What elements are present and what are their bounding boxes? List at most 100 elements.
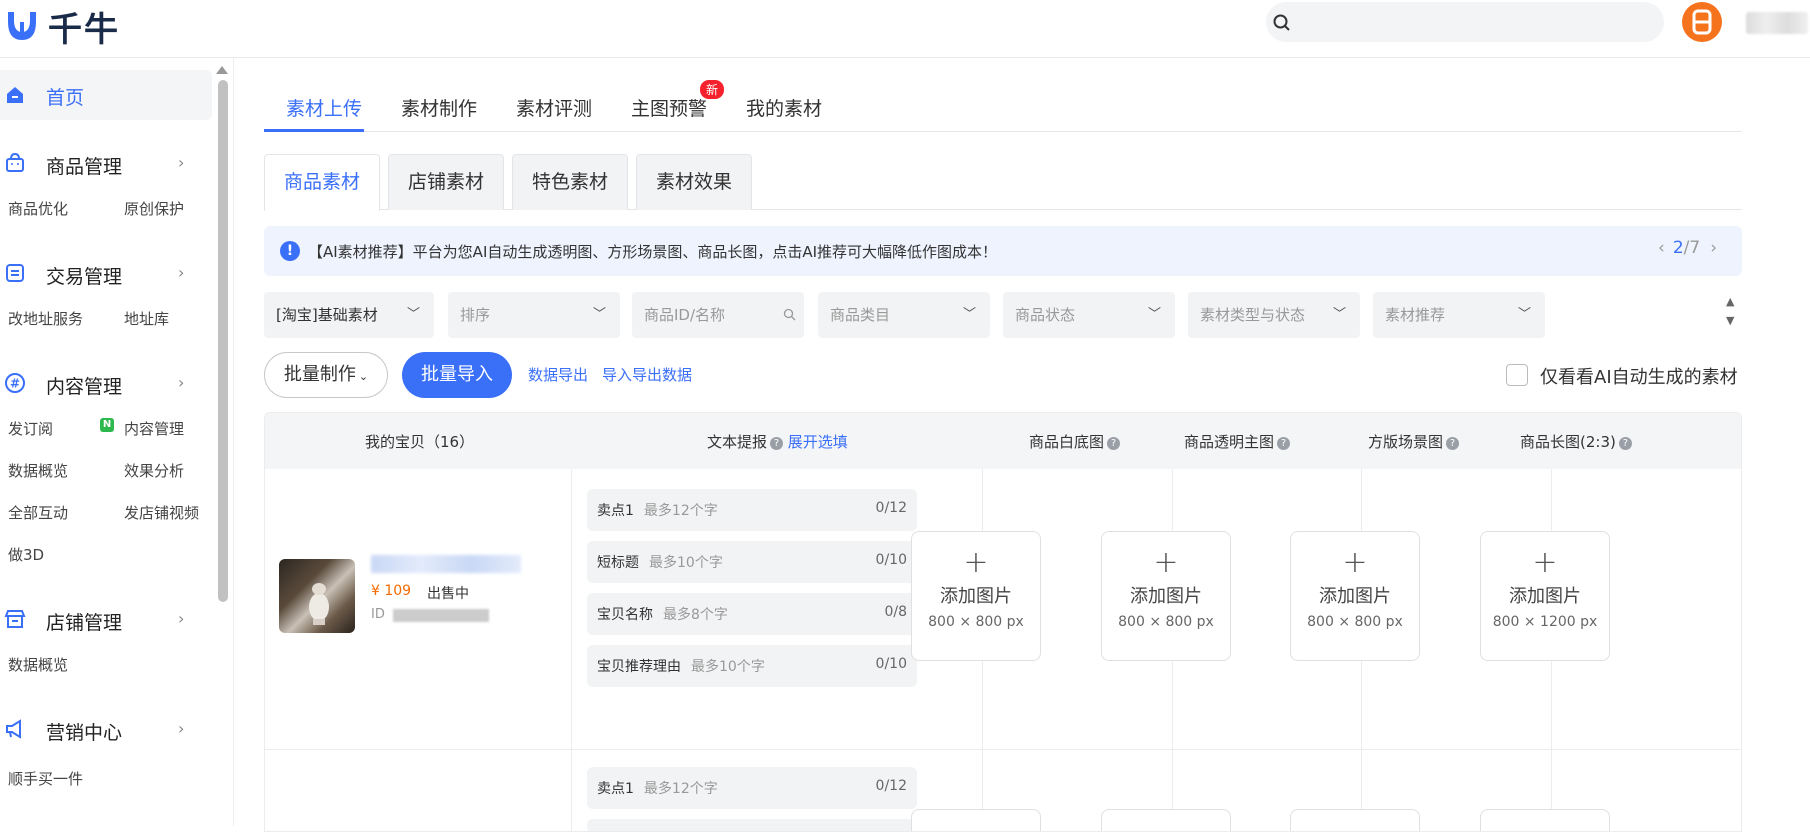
chevron-right-icon[interactable]: ›: [178, 719, 184, 738]
sidebar-group-trade[interactable]: 交易管理: [46, 262, 122, 289]
sidebar-scrollbar[interactable]: [218, 80, 228, 602]
subtab-shop-material[interactable]: 店铺素材: [388, 154, 504, 210]
only-ai-label[interactable]: 仅看看AI自动生成的素材: [1540, 363, 1738, 389]
product-name-blurred[interactable]: [371, 555, 521, 573]
upload-square-scene-button[interactable]: [1290, 809, 1420, 831]
sidebar-group-content[interactable]: 内容管理: [46, 372, 122, 399]
notice-text[interactable]: 【AI素材推荐】平台为您AI自动生成透明图、方形场景图、商品长图，点击AI推荐可…: [308, 241, 997, 262]
sidebar-item-subscribe[interactable]: 发订阅: [8, 418, 53, 439]
upload-long-img-button[interactable]: + 添加图片 800 × 1200 px: [1480, 531, 1610, 661]
subtab-special-material[interactable]: 特色素材: [512, 154, 628, 210]
tab-material-evaluate[interactable]: 素材评测: [516, 94, 592, 121]
expand-options-link[interactable]: 展开选填: [788, 433, 848, 451]
chevron-right-icon[interactable]: ›: [178, 373, 184, 392]
tab-main-image-warning[interactable]: 主图预警: [631, 94, 707, 121]
th-transparent-label: 商品透明主图: [1184, 433, 1275, 451]
recommend-reason-input[interactable]: 宝贝推荐理由 最多10个字 0/10: [587, 645, 917, 687]
upload-label: 添加图片: [1130, 586, 1202, 607]
avatar[interactable]: [1682, 2, 1722, 42]
th-white-bg: 商品白底图?: [1029, 431, 1121, 452]
material-type-select[interactable]: [淘宝]基础素材 ﹀: [264, 292, 434, 338]
sidebar-item-all-interaction[interactable]: 全部互动: [8, 502, 68, 523]
sidebar-item-shop-data[interactable]: 数据概览: [8, 654, 68, 675]
tab-material-make[interactable]: 素材制作: [401, 94, 477, 121]
home-icon: [7, 87, 23, 103]
sort-select[interactable]: 排序 ﹀: [448, 292, 620, 338]
qianniu-logo-icon: [8, 11, 36, 40]
sidebar-item-buy-one[interactable]: 顺手买一件: [8, 768, 83, 789]
upload-long-img-button[interactable]: [1480, 809, 1610, 831]
upload-size: 800 × 1200 px: [1492, 614, 1598, 630]
batch-import-button[interactable]: 批量导入: [402, 352, 512, 398]
help-icon[interactable]: ?: [1107, 437, 1121, 450]
chevron-right-icon[interactable]: ›: [1710, 238, 1717, 258]
help-icon[interactable]: ?: [770, 437, 784, 450]
sidebar-item-shop-video[interactable]: 发店铺视频: [124, 502, 199, 523]
sidebar-home-label: 首页: [46, 87, 85, 109]
chevron-right-icon[interactable]: ›: [178, 609, 184, 628]
product-id-blurred: [393, 609, 489, 622]
short-title-input[interactable]: 短标题 最多10个字 0/10: [587, 541, 917, 583]
product-thumbnail[interactable]: [279, 559, 355, 633]
sidebar-item-effect-analysis[interactable]: 效果分析: [124, 460, 184, 481]
material-recommend-select[interactable]: 素材推荐 ﹀: [1373, 292, 1545, 338]
upload-white-bg-button[interactable]: [911, 809, 1041, 831]
user-name-blurred[interactable]: [1746, 12, 1808, 34]
help-icon[interactable]: ?: [1277, 437, 1291, 450]
material-state-select[interactable]: 素材类型与状态 ﹀: [1188, 292, 1360, 338]
table-header: 我的宝贝（16） 文本提报? 展开选填 商品白底图? 商品透明主图? 方版场景图…: [265, 413, 1741, 469]
sidebar-item-content-manage[interactable]: 内容管理: [124, 418, 184, 439]
new-badge: N: [100, 418, 114, 432]
plus-icon: +: [1153, 545, 1179, 580]
sidebar-item-3d[interactable]: 做3D: [8, 544, 44, 565]
bag-icon: [6, 152, 24, 172]
sidebar-group-goods[interactable]: 商品管理: [46, 152, 122, 179]
chevron-down-icon: ﹀: [592, 307, 606, 322]
chevron-down-icon: ﹀: [1147, 307, 1161, 322]
pager-current: 2: [1672, 238, 1684, 258]
sidebar-item-original-protect[interactable]: 原创保护: [124, 198, 184, 219]
category-select[interactable]: 商品类目 ﹀: [818, 292, 990, 338]
goods-id-name-input[interactable]: 商品ID/名称: [632, 292, 804, 338]
only-ai-checkbox[interactable]: [1506, 364, 1528, 386]
logo[interactable]: 千牛: [4, 2, 120, 51]
selling-point-input[interactable]: 卖点1 最多12个字 0/12: [587, 489, 917, 531]
batch-make-button[interactable]: 批量制作 ⌄: [264, 352, 388, 398]
help-icon[interactable]: ?: [1446, 437, 1460, 450]
chevron-left-icon[interactable]: ‹: [1658, 238, 1665, 258]
search-input[interactable]: [1266, 2, 1664, 42]
sidebar-item-change-address[interactable]: 改地址服务: [8, 308, 83, 329]
upload-label: 添加图片: [1509, 586, 1581, 607]
subtab-material-effect[interactable]: 素材效果: [636, 154, 752, 210]
user-avatar-icon: [1692, 9, 1712, 35]
data-export-link[interactable]: 数据导出: [528, 364, 588, 385]
sidebar-item-goods-optimize[interactable]: 商品优化: [8, 198, 68, 219]
sidebar-group-shop[interactable]: 店铺管理: [46, 608, 122, 635]
th-square-scene-label: 方版场景图: [1368, 433, 1444, 451]
selling-point-input[interactable]: 卖点1 最多12个字 0/12: [587, 767, 917, 809]
subtab-goods-material[interactable]: 商品素材: [264, 154, 380, 211]
import-export-data-link[interactable]: 导入导出数据: [602, 364, 692, 385]
sidebar-item-home[interactable]: 首页: [0, 70, 212, 120]
scroll-up-arrow-icon[interactable]: [216, 66, 228, 74]
chevron-right-icon[interactable]: ›: [178, 263, 184, 282]
field-placeholder: 最多12个字: [643, 503, 718, 519]
active-tab-indicator: [264, 129, 364, 132]
top-tabs: 素材上传 素材制作 素材评测 主图预警 新 我的素材: [264, 80, 1742, 132]
sidebar-item-address-book[interactable]: 地址库: [124, 308, 169, 329]
chevron-right-icon[interactable]: ›: [178, 153, 184, 172]
char-count: 0/8: [884, 604, 907, 620]
tab-my-material[interactable]: 我的素材: [746, 94, 822, 121]
goods-status-select[interactable]: 商品状态 ﹀: [1003, 292, 1175, 338]
upload-transparent-button[interactable]: + 添加图片 800 × 800 px: [1101, 531, 1231, 661]
tab-material-upload[interactable]: 素材上传: [286, 94, 362, 121]
sidebar-item-data-overview[interactable]: 数据概览: [8, 460, 68, 481]
item-name-input[interactable]: 宝贝名称 最多8个字 0/8: [587, 593, 917, 635]
upload-transparent-button[interactable]: [1101, 809, 1231, 831]
upload-square-scene-button[interactable]: + 添加图片 800 × 800 px: [1290, 531, 1420, 661]
upload-white-bg-button[interactable]: + 添加图片 800 × 800 px: [911, 531, 1041, 661]
filter-scroll-arrows[interactable]: ▲ ▼: [1726, 292, 1734, 330]
trade-icon: [6, 264, 24, 282]
sidebar-group-marketing[interactable]: 营销中心: [46, 718, 122, 745]
help-icon[interactable]: ?: [1618, 437, 1632, 450]
